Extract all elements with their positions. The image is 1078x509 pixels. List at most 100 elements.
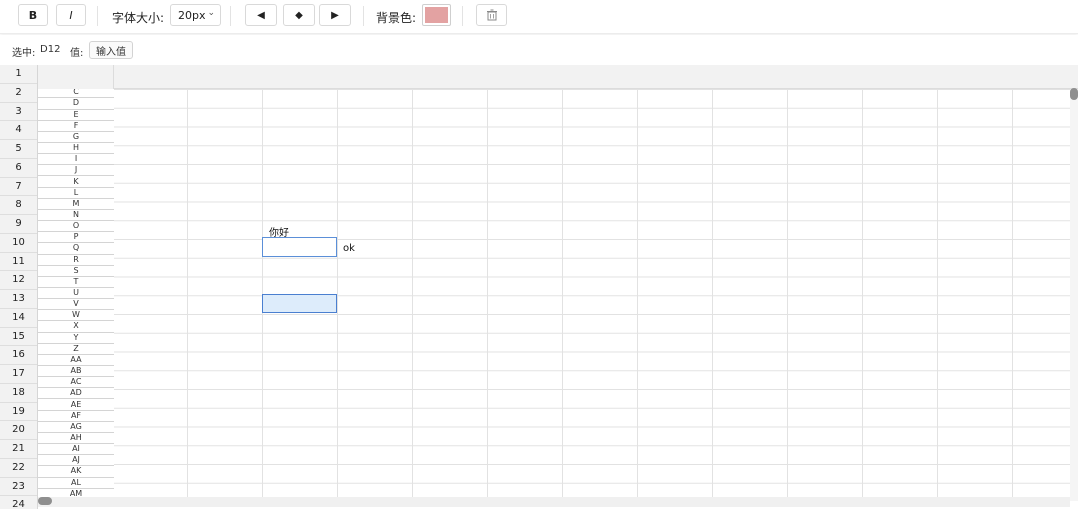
column-letter[interactable]: Y [38, 333, 114, 344]
row-number[interactable]: 1 [0, 65, 37, 84]
row-number[interactable]: 10 [0, 234, 37, 253]
toolbar-divider [97, 6, 98, 26]
active-cell[interactable] [262, 294, 337, 313]
align-center-button[interactable]: ◆ [283, 4, 315, 26]
cell-grid[interactable] [114, 89, 1070, 501]
selected-cell-ref: D12 [40, 44, 61, 55]
row-number[interactable]: 18 [0, 384, 37, 403]
column-letter[interactable]: W [38, 310, 114, 322]
row-number[interactable]: 19 [0, 403, 37, 422]
column-letter[interactable]: V [38, 299, 114, 311]
column-letter[interactable]: R [38, 255, 114, 266]
row-number[interactable]: 7 [0, 178, 37, 197]
selected-label: 选中: [12, 48, 36, 59]
triangle-left-icon: ◀ [257, 9, 265, 21]
row-number[interactable]: 24 [0, 496, 37, 509]
vertical-scrollbar-thumb[interactable] [1070, 88, 1078, 100]
column-letter[interactable]: O [38, 221, 114, 233]
cell-e10[interactable]: ok [343, 243, 355, 254]
column-letter[interactable]: AH [38, 433, 114, 445]
horizontal-scrollbar-thumb[interactable] [38, 497, 52, 505]
column-letter[interactable]: AG [38, 422, 114, 433]
row-number[interactable]: 14 [0, 309, 37, 328]
toolbar: B I 字体大小: 20px ⌄ ◀ ◆ ▶ 背景色: [0, 0, 1078, 34]
column-letter[interactable]: X [38, 321, 114, 333]
row-number[interactable]: 21 [0, 440, 37, 459]
chevron-down-icon: ⌄ [207, 8, 215, 18]
bold-button[interactable]: B [18, 4, 48, 26]
row-number[interactable]: 8 [0, 196, 37, 215]
column-letter[interactable]: AC [38, 377, 114, 389]
row-number[interactable]: 15 [0, 328, 37, 347]
cell-d9[interactable]: 你好 [269, 224, 289, 239]
align-left-button[interactable]: ◀ [245, 4, 277, 26]
horizontal-scrollbar[interactable] [38, 497, 1070, 507]
column-letter[interactable]: E [38, 110, 114, 121]
row-number[interactable]: 22 [0, 459, 37, 478]
column-letter[interactable]: L [38, 188, 114, 199]
column-letter[interactable]: U [38, 288, 114, 300]
column-letter[interactable]: AI [38, 444, 114, 456]
diamond-icon: ◆ [295, 9, 303, 21]
bg-color-label: 背景色: [376, 11, 417, 25]
row-number[interactable]: 12 [0, 271, 37, 290]
column-letter[interactable]: AE [38, 400, 114, 411]
column-letter[interactable]: AF [38, 411, 114, 422]
column-letter[interactable]: AJ [38, 455, 114, 467]
row-number[interactable]: 20 [0, 421, 37, 440]
column-header-bar [114, 65, 1078, 89]
row-number[interactable]: 5 [0, 140, 37, 159]
row-number[interactable]: 11 [0, 253, 37, 272]
column-letter[interactable]: AK [38, 466, 114, 478]
vertical-scrollbar[interactable] [1070, 89, 1078, 501]
row-number[interactable]: 23 [0, 478, 37, 497]
italic-button[interactable]: I [56, 4, 86, 26]
info-bar: 选中: D12 值: 输入值 [0, 35, 1078, 65]
bg-color-picker[interactable] [422, 4, 451, 26]
color-swatch [425, 7, 448, 23]
row-number[interactable]: 3 [0, 103, 37, 122]
trash-icon [486, 9, 497, 21]
column-letter[interactable]: D [38, 98, 114, 110]
column-letter[interactable]: T [38, 277, 114, 288]
row-number[interactable]: 17 [0, 365, 37, 384]
column-letter[interactable]: AD [38, 388, 114, 400]
column-letter[interactable]: AA [38, 355, 114, 367]
column-letter[interactable]: AB [38, 366, 114, 378]
column-letter[interactable]: H [38, 143, 114, 155]
column-letter[interactable]: J [38, 165, 114, 177]
row-number[interactable]: 13 [0, 290, 37, 309]
row-header: 1 2 3 4 5 6 7 8 9 10 11 12 13 14 15 16 17 18 19 20 21 22 23 24 [0, 65, 38, 509]
header-corner [38, 65, 114, 89]
column-letter[interactable]: Q [38, 243, 114, 255]
value-label: 值: [70, 48, 84, 59]
triangle-right-icon: ▶ [331, 9, 339, 21]
row-number[interactable]: 9 [0, 215, 37, 234]
column-letter[interactable]: M [38, 199, 114, 210]
column-letter[interactable]: S [38, 266, 114, 277]
toolbar-divider [462, 6, 463, 26]
column-letter-list: ABCDEFGHIJKLMNOPQRSTUVWXYZAAABACADAEAFAG… [38, 65, 114, 509]
column-letter[interactable]: F [38, 121, 114, 132]
font-size-label: 字体大小: [112, 11, 165, 25]
column-letter[interactable]: N [38, 210, 114, 222]
clear-button[interactable] [476, 4, 507, 26]
input-value-button[interactable]: 输入值 [89, 41, 133, 59]
column-letter[interactable]: G [38, 132, 114, 144]
row-number[interactable]: 4 [0, 121, 37, 140]
selected-cell-outline[interactable] [262, 237, 337, 257]
column-letter[interactable]: Z [38, 344, 114, 355]
row-number[interactable]: 16 [0, 346, 37, 365]
row-number[interactable]: 2 [0, 84, 37, 103]
font-size-select[interactable]: 20px ⌄ [170, 4, 221, 26]
column-letter[interactable]: P [38, 232, 114, 244]
spreadsheet: 1 2 3 4 5 6 7 8 9 10 11 12 13 14 15 16 17 18 19 20 21 22 23 24 … [0, 65, 1078, 509]
row-number[interactable]: 6 [0, 159, 37, 178]
column-letter[interactable]: K [38, 177, 114, 188]
toolbar-divider [230, 6, 231, 26]
toolbar-divider [363, 6, 364, 26]
font-size-value: 20px [178, 8, 206, 22]
column-letter[interactable]: AL [38, 478, 114, 489]
align-right-button[interactable]: ▶ [319, 4, 351, 26]
column-letter[interactable]: I [38, 154, 114, 166]
